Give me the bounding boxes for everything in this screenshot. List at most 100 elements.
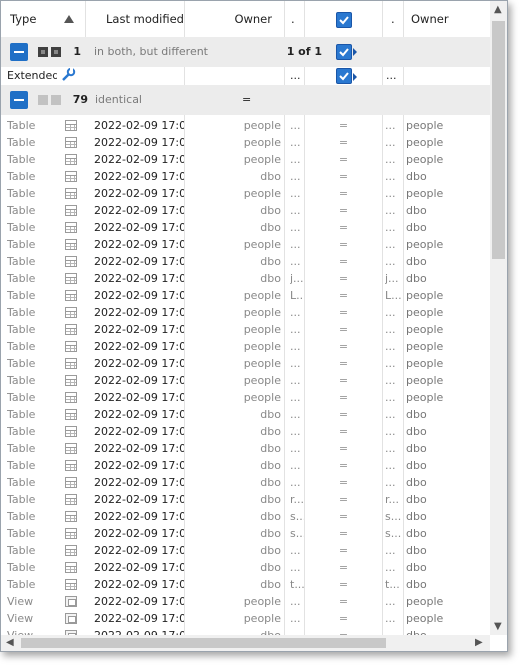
row-owner-2: dbo <box>406 255 427 268</box>
row-dot: s... <box>290 527 304 540</box>
row-dot-2: ... <box>385 612 396 625</box>
table-row[interactable]: Table 2022-02-09 17:09 dbo... =... dbo <box>1 440 490 457</box>
row-type: Table <box>7 340 36 353</box>
table-row[interactable]: Table 2022-02-09 17:09 dbo s... = s... dbo <box>1 508 490 525</box>
scroll-right-icon[interactable]: ▶ <box>475 637 483 649</box>
row-owner-2: people <box>406 374 444 387</box>
table-row[interactable]: Table 2022-02-09 17:09 people... =... people <box>1 236 490 253</box>
table-row[interactable]: Table 2022-02-09 17:09 dbo... =... dbo <box>1 457 490 474</box>
table-row[interactable]: Table 2022-02-09 17:09 people... =... people <box>1 134 490 151</box>
row-last-modified: 2022-02-09 17:09 <box>94 476 184 489</box>
horizontal-scrollbar[interactable]: ◀ ▶ <box>1 635 490 651</box>
row-dot: t... <box>290 578 304 591</box>
column-type[interactable]: Type <box>10 1 50 37</box>
column-divider[interactable] <box>85 1 86 37</box>
table-icon <box>65 321 79 338</box>
row-owner-2: dbo <box>406 578 427 591</box>
column-owner[interactable]: Owner <box>201 1 272 37</box>
column-owner-2[interactable]: Owner <box>411 1 471 37</box>
row-owner-2: people <box>406 391 444 404</box>
table-row[interactable]: Table 2022-02-09 17:09 people... =... people <box>1 185 490 202</box>
column-dot[interactable]: . <box>291 1 301 37</box>
scroll-down-icon[interactable]: ▼ <box>494 621 502 633</box>
row-dot: L... <box>290 289 304 302</box>
row-owner: dbo <box>260 561 281 574</box>
table-row[interactable]: Table 2022-02-09 17:09 dbo... =... dbo <box>1 423 490 440</box>
table-row[interactable]: Table 2022-02-09 17:09 dbo... =... dbo <box>1 406 490 423</box>
collapse-group-button[interactable] <box>10 43 28 61</box>
table-icon <box>65 525 79 542</box>
table-row[interactable]: Table 2022-02-09 17:09 dbo t... = t... dbo <box>1 576 490 593</box>
row-last-modified: 2022-02-09 17:09 <box>94 136 184 149</box>
table-row[interactable]: Table 2022-02-09 17:09 dbo... =... dbo <box>1 219 490 236</box>
select-all-checkbox[interactable] <box>336 12 352 28</box>
vertical-scrollbar[interactable]: ▲ ▼ <box>490 1 507 635</box>
group-row-different[interactable]: 1 in both, but different 1 of 1 <box>1 37 490 67</box>
row-equal: = <box>338 272 349 285</box>
horizontal-scroll-thumb[interactable] <box>21 638 386 648</box>
column-last-modified[interactable]: Last modified <box>106 1 186 37</box>
table-row[interactable]: Table 2022-02-09 17:09 dbo... =... dbo <box>1 253 490 270</box>
vertical-scroll-thumb[interactable] <box>492 21 505 259</box>
table-row[interactable]: View 2022-02-09 17:07 people... =... people <box>1 610 490 627</box>
row-type: Table <box>7 306 36 319</box>
row-type: Table <box>7 289 36 302</box>
table-icon <box>65 491 79 508</box>
row-dot: ... <box>290 627 304 635</box>
group-pager: 1 of 1 <box>286 45 322 58</box>
row-equal: = <box>338 204 349 217</box>
table-row[interactable]: View2022-02-09 17:04dbo...=...dbo <box>1 627 490 635</box>
row-owner-2: people <box>406 357 444 370</box>
row-equal: = <box>338 238 349 251</box>
table-row[interactable]: Table 2022-02-09 17:09 dbo... =... dbo <box>1 202 490 219</box>
row-dot-2: r... <box>385 493 400 506</box>
row-dot-2: ... <box>385 221 396 234</box>
extended-checkbox[interactable] <box>336 68 352 84</box>
row-dot-2: ... <box>385 204 396 217</box>
row-type: Table <box>7 425 36 438</box>
table-row[interactable]: Table 2022-02-09 17:09 dbo... =... dbo <box>1 542 490 559</box>
row-owner-2: dbo <box>406 459 427 472</box>
table-row[interactable]: Table 2022-02-09 17:09 people L... = L... peop… <box>1 287 490 304</box>
table-row[interactable]: Table 2022-02-09 17:09 dbo r... = r... dbo <box>1 491 490 508</box>
table-row[interactable]: Table 2022-02-09 17:09 dbo s... = s... dbo <box>1 525 490 542</box>
table-icon <box>65 151 79 168</box>
row-type: View <box>7 595 34 608</box>
table-row[interactable]: Table 2022-02-09 17:09 people... =... people <box>1 117 490 134</box>
row-last-modified: 2022-02-09 17:09 <box>94 255 184 268</box>
row-owner: people <box>243 136 281 149</box>
scroll-left-icon[interactable]: ◀ <box>6 637 14 649</box>
table-row[interactable]: View 2022-02-09 17:07 people... =... people <box>1 593 490 610</box>
table-row[interactable]: Table 2022-02-09 17:09 dbo... =... dbo <box>1 474 490 491</box>
table-row[interactable]: Table 2022-02-09 17:09 people... =... people <box>1 338 490 355</box>
collapse-group-button[interactable] <box>10 91 28 109</box>
table-row[interactable]: Table 2022-02-09 17:09 dbo... =... dbo <box>1 559 490 576</box>
table-row[interactable]: Table 2022-02-09 17:09 dbo... =... dbo <box>1 168 490 185</box>
extended-row[interactable]: Extended ... ... <box>1 67 490 85</box>
scroll-up-icon[interactable]: ▲ <box>494 4 502 16</box>
row-owner: dbo <box>260 255 281 268</box>
row-equal: = <box>338 357 349 370</box>
group-checkbox[interactable] <box>336 44 352 60</box>
table-icon <box>65 542 79 559</box>
row-dot-2: ... <box>385 187 396 200</box>
row-equal: = <box>338 306 349 319</box>
table-row[interactable]: Table 2022-02-09 17:09 people... =... people <box>1 389 490 406</box>
row-type: Table <box>7 391 36 404</box>
table-row[interactable]: Table 2022-02-09 17:09 people... =... people <box>1 321 490 338</box>
row-last-modified: 2022-02-09 17:04 <box>94 627 184 635</box>
row-owner-2: people <box>406 238 444 251</box>
table-row[interactable]: Table 2022-02-09 17:09 people... =... people <box>1 151 490 168</box>
group-row-identical[interactable]: 79 identical = <box>1 85 490 115</box>
table-row[interactable]: Table 2022-02-09 17:09 people... =... people <box>1 372 490 389</box>
row-last-modified: 2022-02-09 17:09 <box>94 459 184 472</box>
table-row[interactable]: Table 2022-02-09 17:09 people... =... people <box>1 355 490 372</box>
sort-ascending-icon[interactable] <box>64 1 78 37</box>
table-row[interactable]: Table 2022-02-09 17:09 people... =... people <box>1 304 490 321</box>
row-owner: people <box>243 238 281 251</box>
row-owner: dbo <box>260 476 281 489</box>
column-dot-2[interactable]: . <box>391 1 401 37</box>
table-row[interactable]: Table 2022-02-09 17:09 dbo j... = j... dbo <box>1 270 490 287</box>
row-type: Table <box>7 357 36 370</box>
row-type: Table <box>7 578 36 591</box>
